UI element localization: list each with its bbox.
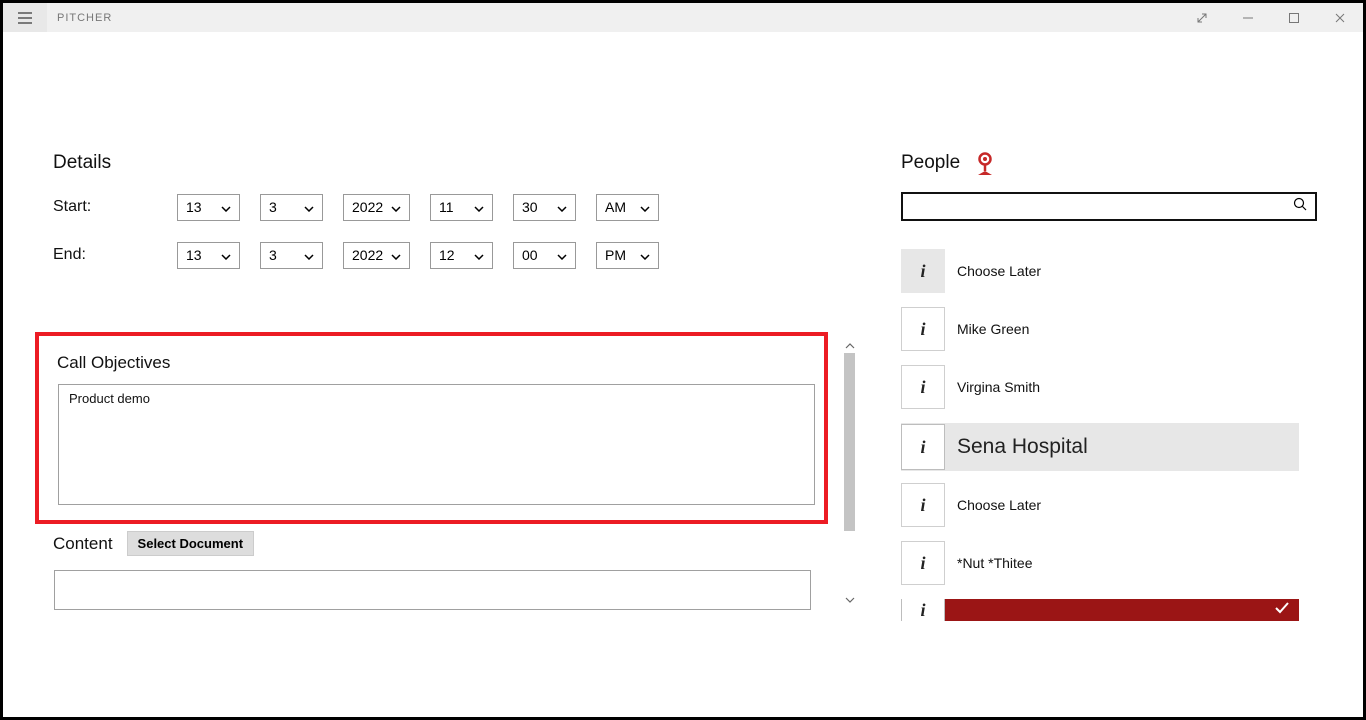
start-ampm-value: AM (605, 199, 626, 215)
scroll-up-icon[interactable] (842, 338, 857, 353)
select-document-button[interactable]: Select Document (127, 531, 254, 556)
people-item-choose-later[interactable]: i Choose Later (901, 249, 1299, 293)
chevron-down-icon (474, 247, 484, 263)
people-heading: People (901, 152, 960, 174)
call-objectives-highlight: Call Objectives Product demo (35, 332, 828, 524)
chevron-down-icon (304, 199, 314, 215)
start-month-select[interactable]: 3 (260, 194, 323, 221)
end-minute-value: 00 (522, 247, 538, 263)
start-ampm-select[interactable]: AM (596, 194, 659, 221)
people-item-virgina-smith[interactable]: i Virgina Smith (901, 365, 1299, 409)
info-icon[interactable]: i (901, 483, 945, 527)
info-icon[interactable]: i (901, 249, 945, 293)
details-pane: Details Start: 13 3 2022 11 30 AM End: 1… (53, 152, 853, 288)
end-month-select[interactable]: 3 (260, 242, 323, 269)
org-item-sena-hospital[interactable]: i Sena Hospital (901, 423, 1299, 471)
content-textarea[interactable] (54, 570, 811, 610)
close-icon[interactable] (1317, 3, 1363, 32)
people-pane: People (901, 152, 1319, 621)
start-day-value: 13 (186, 199, 202, 215)
call-objectives-value: Product demo (59, 385, 814, 412)
info-icon[interactable]: i (901, 599, 945, 621)
people-item-nut-thitee[interactable]: i *Nut *Thitee (901, 541, 1299, 585)
end-minute-select[interactable]: 00 (513, 242, 576, 269)
end-hour-value: 12 (439, 247, 455, 263)
details-heading: Details (53, 152, 853, 174)
people-search[interactable] (901, 192, 1317, 221)
end-day-value: 13 (186, 247, 202, 263)
info-icon[interactable]: i (901, 307, 945, 351)
people-item-label: Choose Later (957, 263, 1041, 279)
end-ampm-value: PM (605, 247, 626, 263)
chevron-down-icon (221, 199, 231, 215)
chevron-down-icon (557, 199, 567, 215)
content-heading: Content (53, 534, 113, 554)
people-list: i Choose Later i Mike Green i Virgina Sm… (901, 249, 1299, 621)
end-year-value: 2022 (352, 247, 383, 263)
start-year-select[interactable]: 2022 (343, 194, 410, 221)
scroll-thumb[interactable] (844, 353, 855, 531)
end-month-value: 3 (269, 247, 277, 263)
end-day-select[interactable]: 13 (177, 242, 240, 269)
chevron-down-icon (557, 247, 567, 263)
app-title: PITCHER (47, 12, 112, 24)
start-year-value: 2022 (352, 199, 383, 215)
scrollbar[interactable] (842, 338, 857, 607)
location-pin-icon (974, 152, 996, 174)
people-item-label: Mike Green (957, 321, 1029, 337)
people-item-mike-green[interactable]: i Mike Green (901, 307, 1299, 351)
call-objectives-heading: Call Objectives (57, 353, 170, 373)
start-hour-value: 11 (439, 199, 454, 215)
org-item-label: Sena Hospital (957, 435, 1088, 459)
maximize-icon[interactable] (1271, 3, 1317, 32)
chevron-down-icon (391, 199, 401, 215)
check-icon (1275, 601, 1289, 619)
start-month-value: 3 (269, 199, 277, 215)
people-item-label: Choose Later (957, 497, 1041, 513)
info-icon[interactable]: i (901, 365, 945, 409)
scroll-region: Call Objectives Product demo Content Sel… (35, 332, 857, 617)
start-day-select[interactable]: 13 (177, 194, 240, 221)
chevron-down-icon (640, 247, 650, 263)
start-label: Start: (53, 198, 177, 216)
search-icon[interactable] (1293, 197, 1307, 216)
end-ampm-select[interactable]: PM (596, 242, 659, 269)
end-label: End: (53, 246, 177, 264)
chevron-down-icon (221, 247, 231, 263)
end-row: End: 13 3 2022 12 00 PM (53, 240, 853, 270)
scroll-down-icon[interactable] (842, 592, 857, 607)
menu-icon[interactable] (3, 3, 47, 32)
chevron-down-icon (474, 199, 484, 215)
start-minute-value: 30 (522, 199, 538, 215)
chevron-down-icon (304, 247, 314, 263)
info-icon[interactable]: i (901, 541, 945, 585)
end-year-select[interactable]: 2022 (343, 242, 410, 269)
scroll-track[interactable] (842, 353, 857, 592)
chevron-down-icon (640, 199, 650, 215)
start-row: Start: 13 3 2022 11 30 AM (53, 192, 853, 222)
chevron-down-icon (391, 247, 401, 263)
people-search-input[interactable] (911, 199, 1293, 215)
minimize-icon[interactable] (1225, 3, 1271, 32)
people-item-label: Virgina Smith (957, 379, 1040, 395)
title-bar: PITCHER (3, 3, 1363, 32)
fullscreen-icon[interactable] (1179, 3, 1225, 32)
start-minute-select[interactable]: 30 (513, 194, 576, 221)
info-icon[interactable]: i (901, 424, 945, 470)
end-hour-select[interactable]: 12 (430, 242, 493, 269)
start-hour-select[interactable]: 11 (430, 194, 493, 221)
call-objectives-textarea[interactable]: Product demo (58, 384, 815, 505)
people-item-choose-later-2[interactable]: i Choose Later (901, 483, 1299, 527)
people-item-selected[interactable]: i (901, 599, 1299, 621)
people-item-label: *Nut *Thitee (957, 555, 1032, 571)
